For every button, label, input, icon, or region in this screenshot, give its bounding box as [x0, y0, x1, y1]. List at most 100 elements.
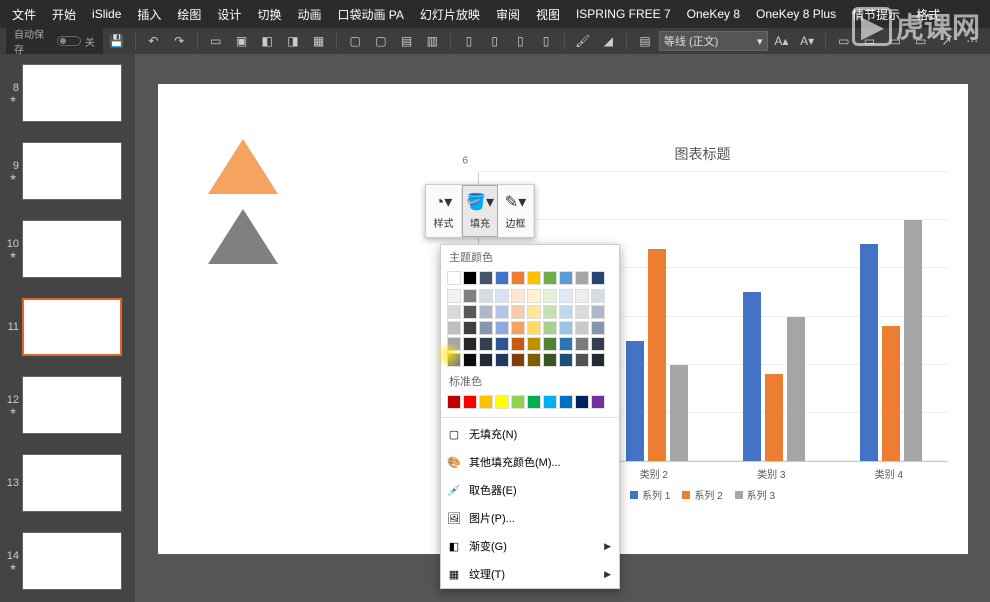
color-swatch[interactable]: [575, 271, 589, 285]
color-swatch[interactable]: [447, 353, 461, 367]
color-swatch[interactable]: [495, 321, 509, 335]
tool-icon[interactable]: ▯: [483, 30, 507, 52]
color-swatch[interactable]: [463, 395, 477, 409]
color-swatch[interactable]: [575, 305, 589, 319]
font-size-up-icon[interactable]: A▴: [770, 30, 794, 52]
menu-item[interactable]: 口袋动画 PA: [329, 6, 411, 23]
color-swatch[interactable]: [495, 395, 509, 409]
tool-icon[interactable]: ↗: [935, 30, 959, 52]
tool-icon[interactable]: ▭: [204, 30, 228, 52]
menu-item[interactable]: 动画: [289, 6, 329, 23]
color-swatch[interactable]: [463, 289, 477, 303]
tool-icon[interactable]: ▯: [457, 30, 481, 52]
tool-icon[interactable]: ▭: [883, 30, 907, 52]
color-swatch[interactable]: [511, 353, 525, 367]
bar[interactable]: [626, 341, 644, 461]
tool-icon[interactable]: ▭: [832, 30, 856, 52]
color-swatch[interactable]: [479, 305, 493, 319]
tool-icon[interactable]: ◨: [281, 30, 305, 52]
tool-icon[interactable]: ⋯: [960, 30, 984, 52]
menu-item[interactable]: 格式: [908, 6, 948, 23]
color-swatch[interactable]: [527, 305, 541, 319]
color-swatch[interactable]: [495, 353, 509, 367]
tool-icon[interactable]: ▦: [307, 30, 331, 52]
color-swatch[interactable]: [543, 289, 557, 303]
bar[interactable]: [743, 292, 761, 461]
color-swatch[interactable]: [463, 271, 477, 285]
color-swatch[interactable]: [591, 305, 605, 319]
tool-icon[interactable]: ◧: [255, 30, 279, 52]
bar[interactable]: [882, 326, 900, 461]
save-icon[interactable]: 💾: [105, 30, 129, 52]
color-swatch[interactable]: [447, 337, 461, 351]
tool-icon[interactable]: ▢: [343, 30, 367, 52]
menu-item[interactable]: 情节提示: [844, 6, 908, 23]
color-swatch[interactable]: [463, 305, 477, 319]
bar[interactable]: [904, 220, 922, 461]
color-swatch[interactable]: [591, 289, 605, 303]
no-fill-item[interactable]: ▢ 无填充(N): [441, 420, 619, 448]
fill-button[interactable]: 🪣▾ 填充: [462, 185, 498, 237]
font-selector[interactable]: 等线 (正文) ▾: [659, 31, 768, 51]
color-swatch[interactable]: [559, 321, 573, 335]
color-swatch[interactable]: [495, 271, 509, 285]
color-swatch[interactable]: [543, 305, 557, 319]
color-swatch[interactable]: [575, 395, 589, 409]
slide-thumbnail[interactable]: 10★: [4, 220, 131, 278]
slide-thumbnail[interactable]: 9★: [4, 142, 131, 200]
color-swatch[interactable]: [559, 353, 573, 367]
tool-icon[interactable]: ▥: [420, 30, 444, 52]
color-swatch[interactable]: [559, 305, 573, 319]
color-swatch[interactable]: [479, 353, 493, 367]
color-swatch[interactable]: [479, 271, 493, 285]
redo-icon[interactable]: ↷: [167, 30, 191, 52]
eyedropper-item[interactable]: 💉 取色器(E): [441, 476, 619, 504]
color-swatch[interactable]: [447, 289, 461, 303]
border-button[interactable]: ✎▾ 边框: [498, 185, 534, 237]
color-swatch[interactable]: [591, 395, 605, 409]
color-swatch[interactable]: [479, 395, 493, 409]
color-swatch[interactable]: [511, 321, 525, 335]
color-swatch[interactable]: [447, 321, 461, 335]
triangle-shape-orange[interactable]: [208, 139, 278, 194]
thumbnail-panel[interactable]: 8★9★10★1112★1314★: [0, 54, 135, 602]
menu-item[interactable]: 开始: [44, 6, 84, 23]
menu-item[interactable]: 审阅: [488, 6, 528, 23]
color-swatch[interactable]: [543, 353, 557, 367]
style-button[interactable]: ◔▾ 样式: [426, 185, 462, 237]
color-swatch[interactable]: [527, 289, 541, 303]
color-swatch[interactable]: [575, 289, 589, 303]
menu-item[interactable]: 幻灯片放映: [412, 6, 488, 23]
slide-thumbnail[interactable]: 13: [4, 454, 131, 512]
color-swatch[interactable]: [559, 337, 573, 351]
bar[interactable]: [787, 317, 805, 462]
gradient-fill-item[interactable]: ◧ 渐变(G) ▶: [441, 532, 619, 560]
slide-thumbnail[interactable]: 11: [4, 298, 131, 356]
color-swatch[interactable]: [559, 289, 573, 303]
color-swatch[interactable]: [511, 395, 525, 409]
menu-item[interactable]: 绘图: [169, 6, 209, 23]
color-swatch[interactable]: [463, 321, 477, 335]
color-swatch[interactable]: [543, 321, 557, 335]
color-swatch[interactable]: [527, 395, 541, 409]
color-swatch[interactable]: [511, 271, 525, 285]
bar[interactable]: [860, 244, 878, 461]
menu-item[interactable]: 插入: [129, 6, 169, 23]
color-swatch[interactable]: [463, 353, 477, 367]
color-swatch[interactable]: [527, 271, 541, 285]
color-swatch[interactable]: [511, 337, 525, 351]
color-swatch[interactable]: [559, 395, 573, 409]
color-swatch[interactable]: [575, 321, 589, 335]
menu-item[interactable]: iSlide: [84, 7, 129, 21]
color-swatch[interactable]: [527, 337, 541, 351]
color-swatch[interactable]: [447, 395, 461, 409]
bar[interactable]: [765, 374, 783, 461]
color-swatch[interactable]: [591, 321, 605, 335]
menu-item[interactable]: OneKey 8 Plus: [748, 7, 844, 21]
tool-icon[interactable]: ▯: [508, 30, 532, 52]
tool-icon[interactable]: 🖌: [571, 30, 595, 52]
color-swatch[interactable]: [543, 337, 557, 351]
color-swatch[interactable]: [511, 305, 525, 319]
color-swatch[interactable]: [495, 289, 509, 303]
color-swatch[interactable]: [575, 337, 589, 351]
